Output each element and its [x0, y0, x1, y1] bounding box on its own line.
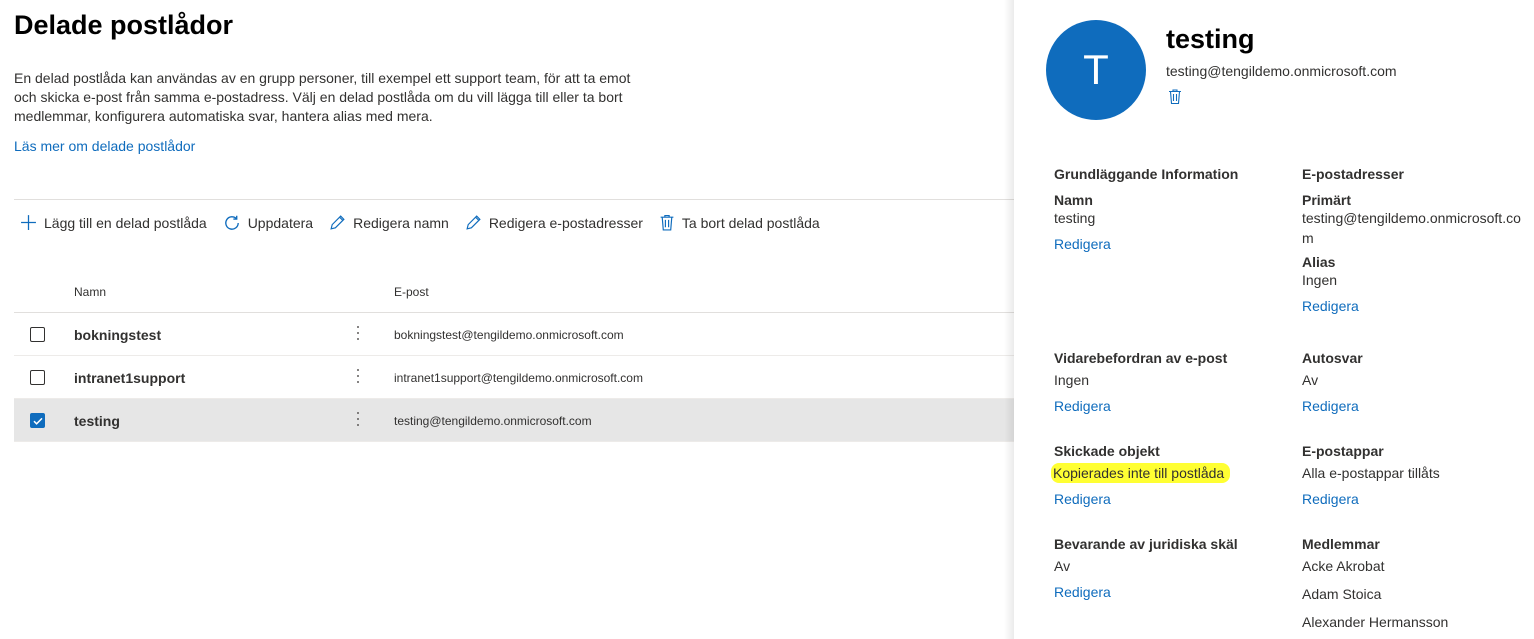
name-label: Namn [1054, 192, 1093, 208]
section-heading: Autosvar [1302, 350, 1363, 366]
edit-email-apps-link[interactable]: Redigera [1302, 491, 1359, 507]
primary-value: testing@tengildemo.onmicrosoft.com [1302, 210, 1521, 246]
edit-email-addresses-label: Redigera e-postadresser [488, 214, 643, 231]
edit-litigation-hold-link[interactable]: Redigera [1054, 584, 1111, 600]
trash-icon [660, 215, 674, 231]
row-email: bokningstest@tengildemo.onmicrosoft.com [394, 328, 624, 342]
section-heading: Medlemmar [1302, 536, 1380, 552]
add-shared-mailbox-label: Lägg till en delad postlåda [44, 214, 207, 231]
checkmark-icon [33, 417, 43, 425]
alias-label: Alias [1302, 254, 1336, 270]
section-forwarding: Vidarebefordran av e-post Ingen Redigera [1054, 350, 1274, 416]
member-item: Adam Stoica [1302, 586, 1382, 602]
more-options-icon[interactable] [352, 409, 364, 429]
edit-forwarding-link[interactable]: Redigera [1054, 398, 1111, 414]
sent-items-value: Kopierades inte till postlåda [1051, 463, 1231, 483]
more-options-icon[interactable] [352, 366, 364, 386]
plus-icon [21, 215, 36, 230]
column-header-email[interactable]: E-post [394, 285, 429, 299]
more-options-icon[interactable] [352, 323, 364, 343]
refresh-button[interactable]: Uppdatera [223, 214, 313, 232]
avatar: T [1046, 20, 1146, 120]
member-item: Alexander Hermansson [1302, 614, 1449, 630]
command-bar: Lägg till en delad postlåda Uppdatera Re… [14, 199, 1014, 245]
section-heading: E-postadresser [1302, 166, 1404, 182]
litigation-hold-value: Av [1054, 558, 1071, 574]
column-header-name[interactable]: Namn [74, 285, 106, 299]
delete-shared-mailbox-label: Ta bort delad postlåda [681, 214, 820, 231]
panel-shadow [1004, 0, 1014, 639]
email-apps-value: Alla e-postappar tillåts [1302, 465, 1440, 481]
row-email: testing@tengildemo.onmicrosoft.com [394, 414, 592, 428]
refresh-icon [224, 215, 239, 230]
details-panel: T testing testing@tengildemo.onmicrosoft… [1014, 0, 1534, 639]
edit-name-button[interactable]: Redigera namn [329, 214, 449, 231]
table-row-selected[interactable]: testing testing@tengildemo.onmicrosoft.c… [14, 399, 1014, 442]
panel-email: testing@tengildemo.onmicrosoft.com [1166, 63, 1397, 79]
section-autoreply: Autosvar Av Redigera [1302, 350, 1522, 416]
main-content: Delade postlådor En delad postlåda kan a… [0, 0, 1014, 639]
row-email: intranet1support@tengildemo.onmicrosoft.… [394, 371, 643, 385]
row-checkbox[interactable] [30, 370, 45, 385]
edit-email-addresses-button[interactable]: Redigera e-postadresser [465, 214, 643, 231]
section-litigation-hold: Bevarande av juridiska skäl Av Redigera [1054, 536, 1274, 602]
delete-mailbox-icon[interactable] [1168, 88, 1182, 110]
forwarding-value: Ingen [1054, 372, 1090, 388]
pencil-icon [330, 215, 345, 230]
section-heading: Grundläggande Information [1054, 166, 1239, 182]
row-name[interactable]: bokningstest [74, 327, 161, 343]
delete-shared-mailbox-button[interactable]: Ta bort delad postlåda [659, 214, 820, 231]
row-checkbox[interactable] [30, 327, 45, 342]
section-email-addresses: E-postadresser Primärt testing@tengildem… [1302, 166, 1528, 316]
section-members: Medlemmar Acke Akrobat Adam Stoica Alexa… [1302, 536, 1522, 632]
pencil-icon [466, 215, 481, 230]
panel-title: testing [1166, 24, 1255, 54]
add-shared-mailbox-button[interactable]: Lägg till en delad postlåda [20, 214, 207, 231]
edit-sent-items-link[interactable]: Redigera [1054, 491, 1111, 507]
section-heading: E-postappar [1302, 443, 1384, 459]
row-checkbox-checked[interactable] [30, 413, 45, 428]
section-basic-info: Grundläggande Information Namn testing R… [1054, 166, 1274, 254]
section-heading: Bevarande av juridiska skäl [1054, 536, 1238, 552]
refresh-label: Uppdatera [247, 214, 314, 231]
mailbox-table: Namn E-post bokningstest bokningstest@te… [14, 270, 1014, 442]
name-value: testing [1054, 210, 1096, 226]
alias-value: Ingen [1302, 272, 1338, 288]
edit-autoreply-link[interactable]: Redigera [1302, 398, 1359, 414]
row-name[interactable]: testing [74, 413, 120, 429]
section-sent-items: Skickade objekt Kopierades inte till pos… [1051, 443, 1274, 509]
learn-more-link[interactable]: Läs mer om delade postlådor [14, 138, 195, 154]
edit-name-label: Redigera namn [353, 214, 449, 231]
edit-basic-info-link[interactable]: Redigera [1054, 236, 1111, 252]
section-email-apps: E-postappar Alla e-postappar tillåts Red… [1302, 443, 1522, 509]
trash-icon [1169, 89, 1181, 105]
section-heading: Vidarebefordran av e-post [1054, 350, 1228, 366]
page-title: Delade postlådor [14, 10, 234, 40]
primary-label: Primärt [1302, 192, 1352, 208]
row-name[interactable]: intranet1support [74, 370, 185, 386]
table-row[interactable]: bokningstest bokningstest@tengildemo.onm… [14, 313, 1014, 356]
autoreply-value: Av [1302, 372, 1319, 388]
table-row[interactable]: intranet1support intranet1support@tengil… [14, 356, 1014, 399]
edit-email-addresses-link[interactable]: Redigera [1302, 298, 1359, 314]
section-heading: Skickade objekt [1054, 443, 1160, 459]
member-item: Acke Akrobat [1302, 558, 1385, 574]
page-description: En delad postlåda kan användas av en gru… [14, 70, 631, 124]
table-header: Namn E-post [14, 270, 1014, 313]
